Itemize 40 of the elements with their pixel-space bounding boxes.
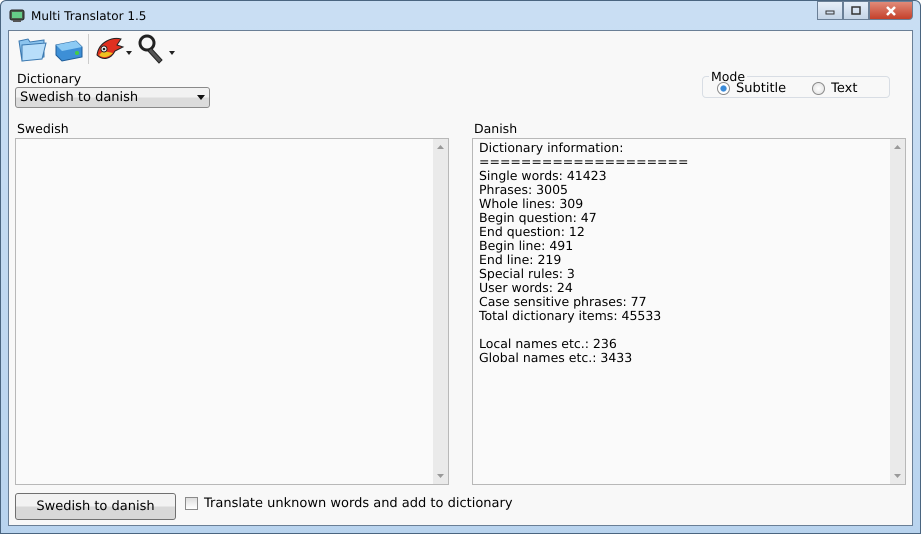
text-line: Total dictionary items: 45533 [479, 309, 662, 323]
mode-radio[interactable]: Text [812, 80, 858, 96]
text-line: Single words: 41423 [479, 169, 608, 183]
caret-icon [197, 95, 205, 100]
scroll-down-icon[interactable] [437, 474, 444, 478]
caret-icon [126, 51, 132, 55]
close-button[interactable] [869, 1, 913, 20]
text-line: ==================== [479, 155, 688, 169]
scroll-down-icon[interactable] [894, 474, 901, 478]
text-line: Case sensitive phrases: 77 [479, 295, 648, 309]
scrollbar[interactable] [433, 139, 448, 484]
target-text-area[interactable] [472, 138, 906, 485]
text-line: User words: 24 [479, 281, 574, 295]
scrollbar[interactable] [890, 139, 905, 484]
text-line: Local names etc.: 236 [479, 337, 618, 351]
minimize-button[interactable] [817, 1, 843, 20]
scroll-up-icon[interactable] [894, 145, 901, 149]
text-line: Whole lines: 309 [479, 197, 584, 211]
mode-radio[interactable]: Subtitle [717, 80, 786, 96]
danish-label: Danish [473, 121, 518, 136]
unknown-words-checkbox[interactable]: Translate unknown words and add to dictionary [185, 496, 513, 510]
text-line: End line: 219 [479, 253, 562, 267]
monitor-icon [9, 8, 25, 22]
text-line: Begin line: 491 [479, 239, 574, 253]
swedish-label: Swedish [16, 121, 70, 136]
text-line: Dictionary information: [479, 141, 624, 155]
translate-button[interactable]: Swedish to danish [15, 492, 176, 520]
close-icon [885, 6, 897, 16]
text-line: Begin question: 47 [479, 211, 598, 225]
maximize-button[interactable] [843, 1, 869, 20]
text-line: End question: 12 [479, 225, 586, 239]
window-title: Multi Translator 1.5 [31, 8, 146, 22]
dictionary-dropdown[interactable]: Swedish to danish [15, 87, 210, 108]
dictionary-label: Dictionary [16, 71, 82, 86]
maximize-icon [851, 6, 861, 15]
caret-icon [169, 51, 175, 55]
scroll-up-icon[interactable] [437, 145, 444, 149]
text-line: Phrases: 3005 [479, 183, 569, 197]
text-line: Special rules: 3 [479, 267, 576, 281]
text-line: Global names etc.: 3433 [479, 351, 634, 365]
